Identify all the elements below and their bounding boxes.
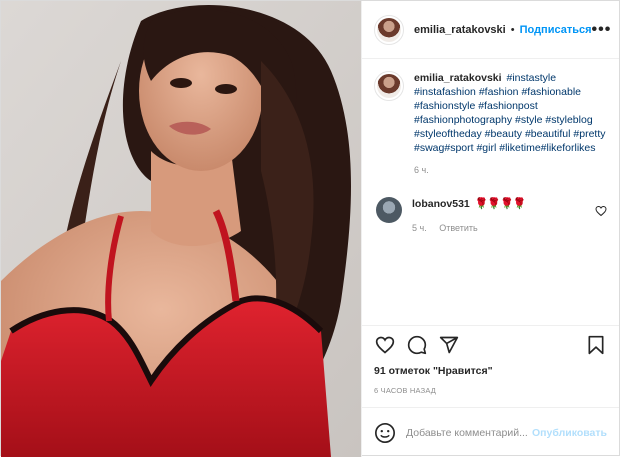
hashtag[interactable]: #instafashion bbox=[414, 86, 476, 98]
hashtag[interactable]: #instastyle bbox=[506, 72, 556, 84]
hashtag[interactable]: #beautiful bbox=[525, 128, 571, 140]
bookmark-icon[interactable] bbox=[585, 334, 607, 356]
hashtag[interactable]: #liketime bbox=[499, 142, 540, 154]
hashtag[interactable]: #fashionable bbox=[521, 86, 581, 98]
likes-count[interactable]: 91 отметок "Нравится" bbox=[362, 363, 619, 379]
comment-body: lobanov531 🌹🌹🌹🌹 5 ч. Ответить bbox=[412, 197, 526, 235]
hashtag[interactable]: #girl bbox=[476, 142, 496, 154]
author-avatar[interactable] bbox=[374, 14, 404, 45]
comment-item: lobanov531 🌹🌹🌹🌹 5 ч. Ответить bbox=[374, 197, 607, 235]
comment-like-heart-icon[interactable] bbox=[595, 205, 607, 217]
portrait-illustration bbox=[1, 1, 361, 457]
header-separator: • bbox=[510, 23, 515, 36]
hashtag[interactable]: #styleoftheday bbox=[414, 128, 482, 140]
heart-icon[interactable] bbox=[374, 334, 396, 356]
reply-button[interactable]: Ответить bbox=[439, 223, 477, 233]
caption-username[interactable]: emilia_ratakovski bbox=[414, 72, 502, 84]
hashtag[interactable]: #fashionpost bbox=[478, 100, 538, 112]
hashtag[interactable]: #fashionstyle bbox=[414, 100, 475, 112]
comment-input[interactable] bbox=[406, 426, 533, 439]
follow-button[interactable]: Подписаться bbox=[520, 24, 592, 36]
hashtag[interactable]: #fashionphotography bbox=[414, 114, 512, 126]
post-header: emilia_ratakovski • Подписаться ••• bbox=[362, 1, 619, 59]
comment-icon[interactable] bbox=[406, 334, 428, 356]
hashtag[interactable]: #pretty bbox=[573, 128, 605, 140]
hashtag[interactable]: #style bbox=[515, 114, 542, 126]
hashtag[interactable]: #swag bbox=[414, 142, 444, 154]
hashtag[interactable]: #likeforlikes bbox=[541, 142, 596, 154]
share-icon[interactable] bbox=[438, 334, 460, 356]
post-photo[interactable] bbox=[1, 1, 361, 457]
post-timestamp: 6 ЧАСОВ НАЗАД bbox=[374, 386, 437, 395]
more-options-icon[interactable]: ••• bbox=[592, 21, 612, 37]
caption-avatar[interactable] bbox=[374, 71, 404, 101]
commenter-avatar[interactable] bbox=[376, 197, 402, 223]
comment-meta: 5 ч. Ответить bbox=[412, 221, 526, 235]
caption-timestamp: 6 ч. bbox=[414, 165, 429, 175]
emoji-icon[interactable] bbox=[374, 422, 396, 444]
add-comment-bar: Опубликовать bbox=[362, 407, 619, 457]
publish-button[interactable]: Опубликовать bbox=[532, 427, 607, 439]
instagram-post: emilia_ratakovski • Подписаться ••• emil… bbox=[0, 0, 620, 457]
comment-text: 🌹🌹🌹🌹 bbox=[474, 198, 527, 210]
post-side-panel: emilia_ratakovski • Подписаться ••• emil… bbox=[361, 1, 619, 457]
comment-timestamp: 5 ч. bbox=[412, 223, 427, 233]
hashtag[interactable]: #beauty bbox=[485, 128, 522, 140]
post-caption: emilia_ratakovski #instastyle #instafash… bbox=[374, 71, 607, 177]
author-username[interactable]: emilia_ratakovski bbox=[414, 24, 506, 36]
caption-body: emilia_ratakovski #instastyle #instafash… bbox=[414, 71, 607, 177]
comments-section: emilia_ratakovski #instastyle #instafash… bbox=[362, 59, 619, 325]
hashtag[interactable]: #fashion bbox=[479, 86, 519, 98]
commenter-username[interactable]: lobanov531 bbox=[412, 198, 470, 210]
hashtag[interactable]: #styleblog bbox=[545, 114, 592, 126]
hashtag[interactable]: #sport bbox=[444, 142, 473, 154]
post-actions-bar bbox=[362, 325, 619, 363]
